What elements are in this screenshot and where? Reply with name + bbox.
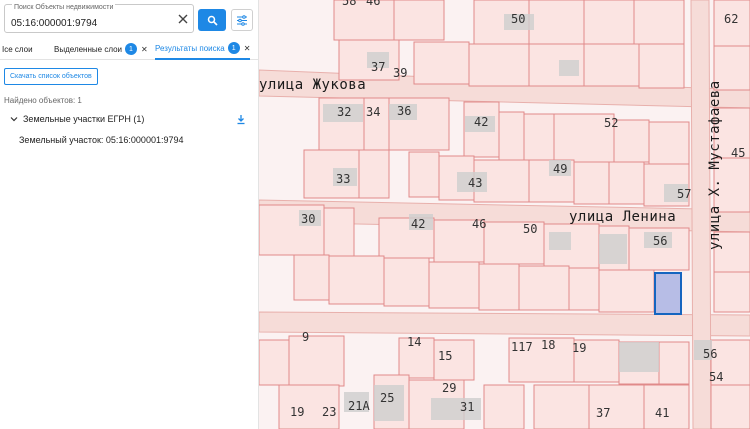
street-label-zhukova: улица Жукова [259, 77, 367, 93]
house-number: 33 [336, 172, 351, 186]
tab-all-layers-label: Ісе слои [2, 44, 33, 54]
tab-results-count-badge: 1 [227, 42, 240, 54]
result-list-item[interactable]: Земельный участок: 05:16:000001:9794 [19, 135, 183, 145]
house-number: 19 [290, 405, 305, 419]
house-number: 18 [541, 338, 556, 352]
house-number: 50 [511, 12, 526, 26]
tab-search-results[interactable]: Результаты поиска 1 ✕ [155, 38, 251, 60]
house-number: 62 [724, 12, 739, 26]
house-number: 50 [523, 222, 538, 236]
house-number: 52 [604, 116, 619, 130]
download-icon[interactable] [236, 114, 246, 125]
download-list-button[interactable]: Скачать список объектов [4, 68, 98, 85]
house-number: 21А [348, 399, 370, 413]
house-number: 42 [474, 115, 489, 129]
close-icon[interactable]: ✕ [141, 45, 148, 54]
house-number: 9 [302, 330, 310, 344]
filter-button[interactable] [231, 9, 253, 31]
house-number: 37 [596, 406, 611, 420]
house-number: 42 [411, 217, 426, 231]
tab-bar: Ісе слои Выделенные слои 1 ✕ Результаты … [0, 38, 258, 60]
result-group-header[interactable]: Земельные участки ЕГРН (1) [10, 114, 250, 126]
house-number: 32 [337, 105, 352, 119]
house-number: 54 [709, 370, 724, 384]
house-number: 45 [731, 146, 746, 160]
search-field-label: Поиск Объекты недвижимости [12, 4, 116, 11]
tab-results-label: Результаты поиска [155, 43, 225, 53]
house-number: 46 [472, 217, 487, 231]
house-number: 15 [438, 349, 453, 363]
house-number: 29 [442, 381, 457, 395]
tab-all-layers[interactable]: Ісе слои [2, 38, 33, 60]
selected-parcel[interactable] [654, 272, 682, 315]
house-number: 56 [653, 234, 668, 248]
house-number: 19 [572, 341, 587, 355]
street-label-lenina: улица Ленина [569, 209, 677, 225]
house-number: 37 [371, 60, 386, 74]
house-number: 58 [342, 0, 357, 8]
house-number: 49 [553, 162, 568, 176]
house-number: 117 [511, 340, 533, 354]
house-number: 41 [655, 406, 670, 420]
filter-icon [237, 14, 247, 26]
chevron-down-icon[interactable] [10, 115, 18, 123]
house-number: 31 [460, 400, 475, 414]
tab-selected-layers[interactable]: Выделенные слои 1 ✕ [54, 38, 148, 60]
result-group-label: Земельные участки ЕГРН (1) [23, 114, 145, 124]
house-number: 39 [393, 66, 408, 80]
search-icon [207, 15, 218, 26]
house-number: 36 [397, 104, 412, 118]
house-number: 46 [366, 0, 381, 8]
house-number: 14 [407, 335, 422, 349]
house-number: 30 [301, 212, 316, 226]
house-number: 56 [703, 347, 718, 361]
cadastral-map[interactable]: улица Жукова улица Ленина улица Х. Муста… [259, 0, 750, 429]
tab-selected-label: Выделенные слои [54, 44, 122, 54]
map-canvas[interactable] [259, 0, 750, 429]
house-number: 57 [677, 187, 692, 201]
search-panel: Поиск Объекты недвижимости Ісе слои Выде… [0, 0, 259, 429]
search-field[interactable]: Поиск Объекты недвижимости [4, 4, 194, 33]
tab-selected-count-badge: 1 [125, 43, 137, 55]
house-number: 25 [380, 391, 395, 405]
found-count: Найдено объектов: 1 [4, 96, 82, 105]
house-number: 43 [468, 176, 483, 190]
clear-icon[interactable] [177, 13, 189, 25]
search-input[interactable] [11, 16, 171, 30]
street-label-mustafaeva: улица Х. Мустафаева [707, 80, 723, 250]
house-number: 23 [322, 405, 337, 419]
close-icon[interactable]: ✕ [244, 44, 251, 53]
house-number: 34 [366, 105, 381, 119]
search-button[interactable] [198, 9, 226, 31]
